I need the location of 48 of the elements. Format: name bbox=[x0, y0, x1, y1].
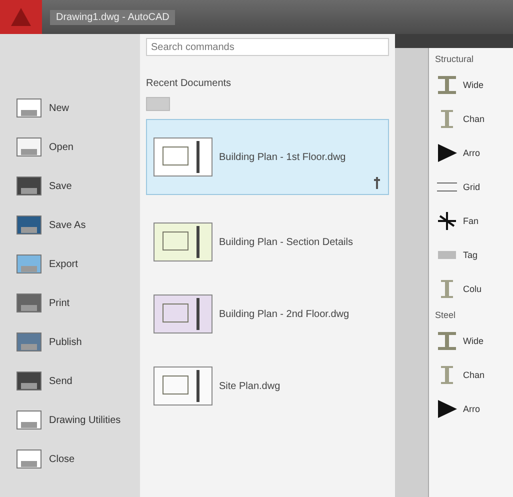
menu-item[interactable]: Close bbox=[15, 443, 132, 475]
document-title: Drawing1.dwg - AutoCAD bbox=[50, 10, 176, 24]
arrowhead-icon bbox=[435, 398, 459, 420]
section-heading: Recent Documents bbox=[146, 78, 232, 89]
document-name: Building Plan - 1st Floor.dwg bbox=[219, 152, 346, 162]
palette-tool[interactable]: Arro bbox=[435, 396, 513, 422]
menu-item[interactable]: Send bbox=[15, 365, 132, 397]
palette-tool[interactable]: Colu bbox=[435, 276, 513, 302]
document-name: Building Plan - Section Details bbox=[219, 236, 353, 248]
i-beam-icon bbox=[435, 330, 459, 352]
arrowhead-icon bbox=[435, 142, 459, 164]
document-name: Building Plan - 2nd Floor.dwg bbox=[219, 308, 350, 320]
palette-tool[interactable]: Tag bbox=[435, 242, 513, 268]
document-icon bbox=[15, 96, 43, 120]
palette-tool[interactable]: Chan bbox=[435, 106, 513, 132]
recent-document[interactable]: Building Plan - 1st Floor.dwg bbox=[146, 119, 389, 195]
drawing-thumbnail bbox=[153, 294, 213, 334]
document-icon bbox=[15, 408, 43, 432]
document-name: Site Plan.dwg bbox=[219, 380, 280, 392]
search-field[interactable]: Search commands bbox=[146, 38, 389, 56]
i-beam-icon bbox=[435, 74, 459, 96]
palette-section-heading: Structural bbox=[435, 54, 475, 64]
palette-tool[interactable]: Chan bbox=[435, 362, 513, 388]
sort-button[interactable] bbox=[146, 97, 170, 111]
menu-item[interactable]: Print bbox=[15, 287, 132, 319]
drawing-thumbnail bbox=[153, 222, 213, 262]
menu-item[interactable]: Open bbox=[15, 131, 132, 163]
palette-tool[interactable]: Grid bbox=[435, 174, 513, 200]
recent-document[interactable]: Building Plan - Section Details bbox=[146, 217, 389, 267]
palette-tool[interactable]: Wide bbox=[435, 72, 513, 98]
recent-document[interactable]: Building Plan - 2nd Floor.dwg bbox=[146, 289, 389, 339]
menu-item[interactable]: Save As bbox=[15, 209, 132, 241]
logo-icon bbox=[10, 7, 32, 27]
menu-item[interactable]: Publish bbox=[15, 326, 132, 358]
fan-icon bbox=[435, 210, 459, 232]
drawing-thumbnail bbox=[153, 366, 213, 406]
menu-item[interactable]: Drawing Utilities bbox=[15, 404, 132, 436]
palette-section-heading: Steel bbox=[435, 310, 457, 320]
application-menu-button[interactable] bbox=[0, 0, 42, 34]
document-icon bbox=[15, 447, 43, 471]
menu-item[interactable]: Save bbox=[15, 170, 132, 202]
palette-tool[interactable]: Fan bbox=[435, 208, 513, 234]
palette-tool[interactable]: Wide bbox=[435, 328, 513, 354]
menu-item[interactable]: Export bbox=[15, 248, 132, 280]
menu-item[interactable]: New bbox=[15, 92, 132, 124]
drawing-thumbnail bbox=[153, 137, 213, 177]
palette-tool[interactable]: Arro bbox=[435, 140, 513, 166]
recent-document[interactable]: Site Plan.dwg bbox=[146, 361, 389, 411]
